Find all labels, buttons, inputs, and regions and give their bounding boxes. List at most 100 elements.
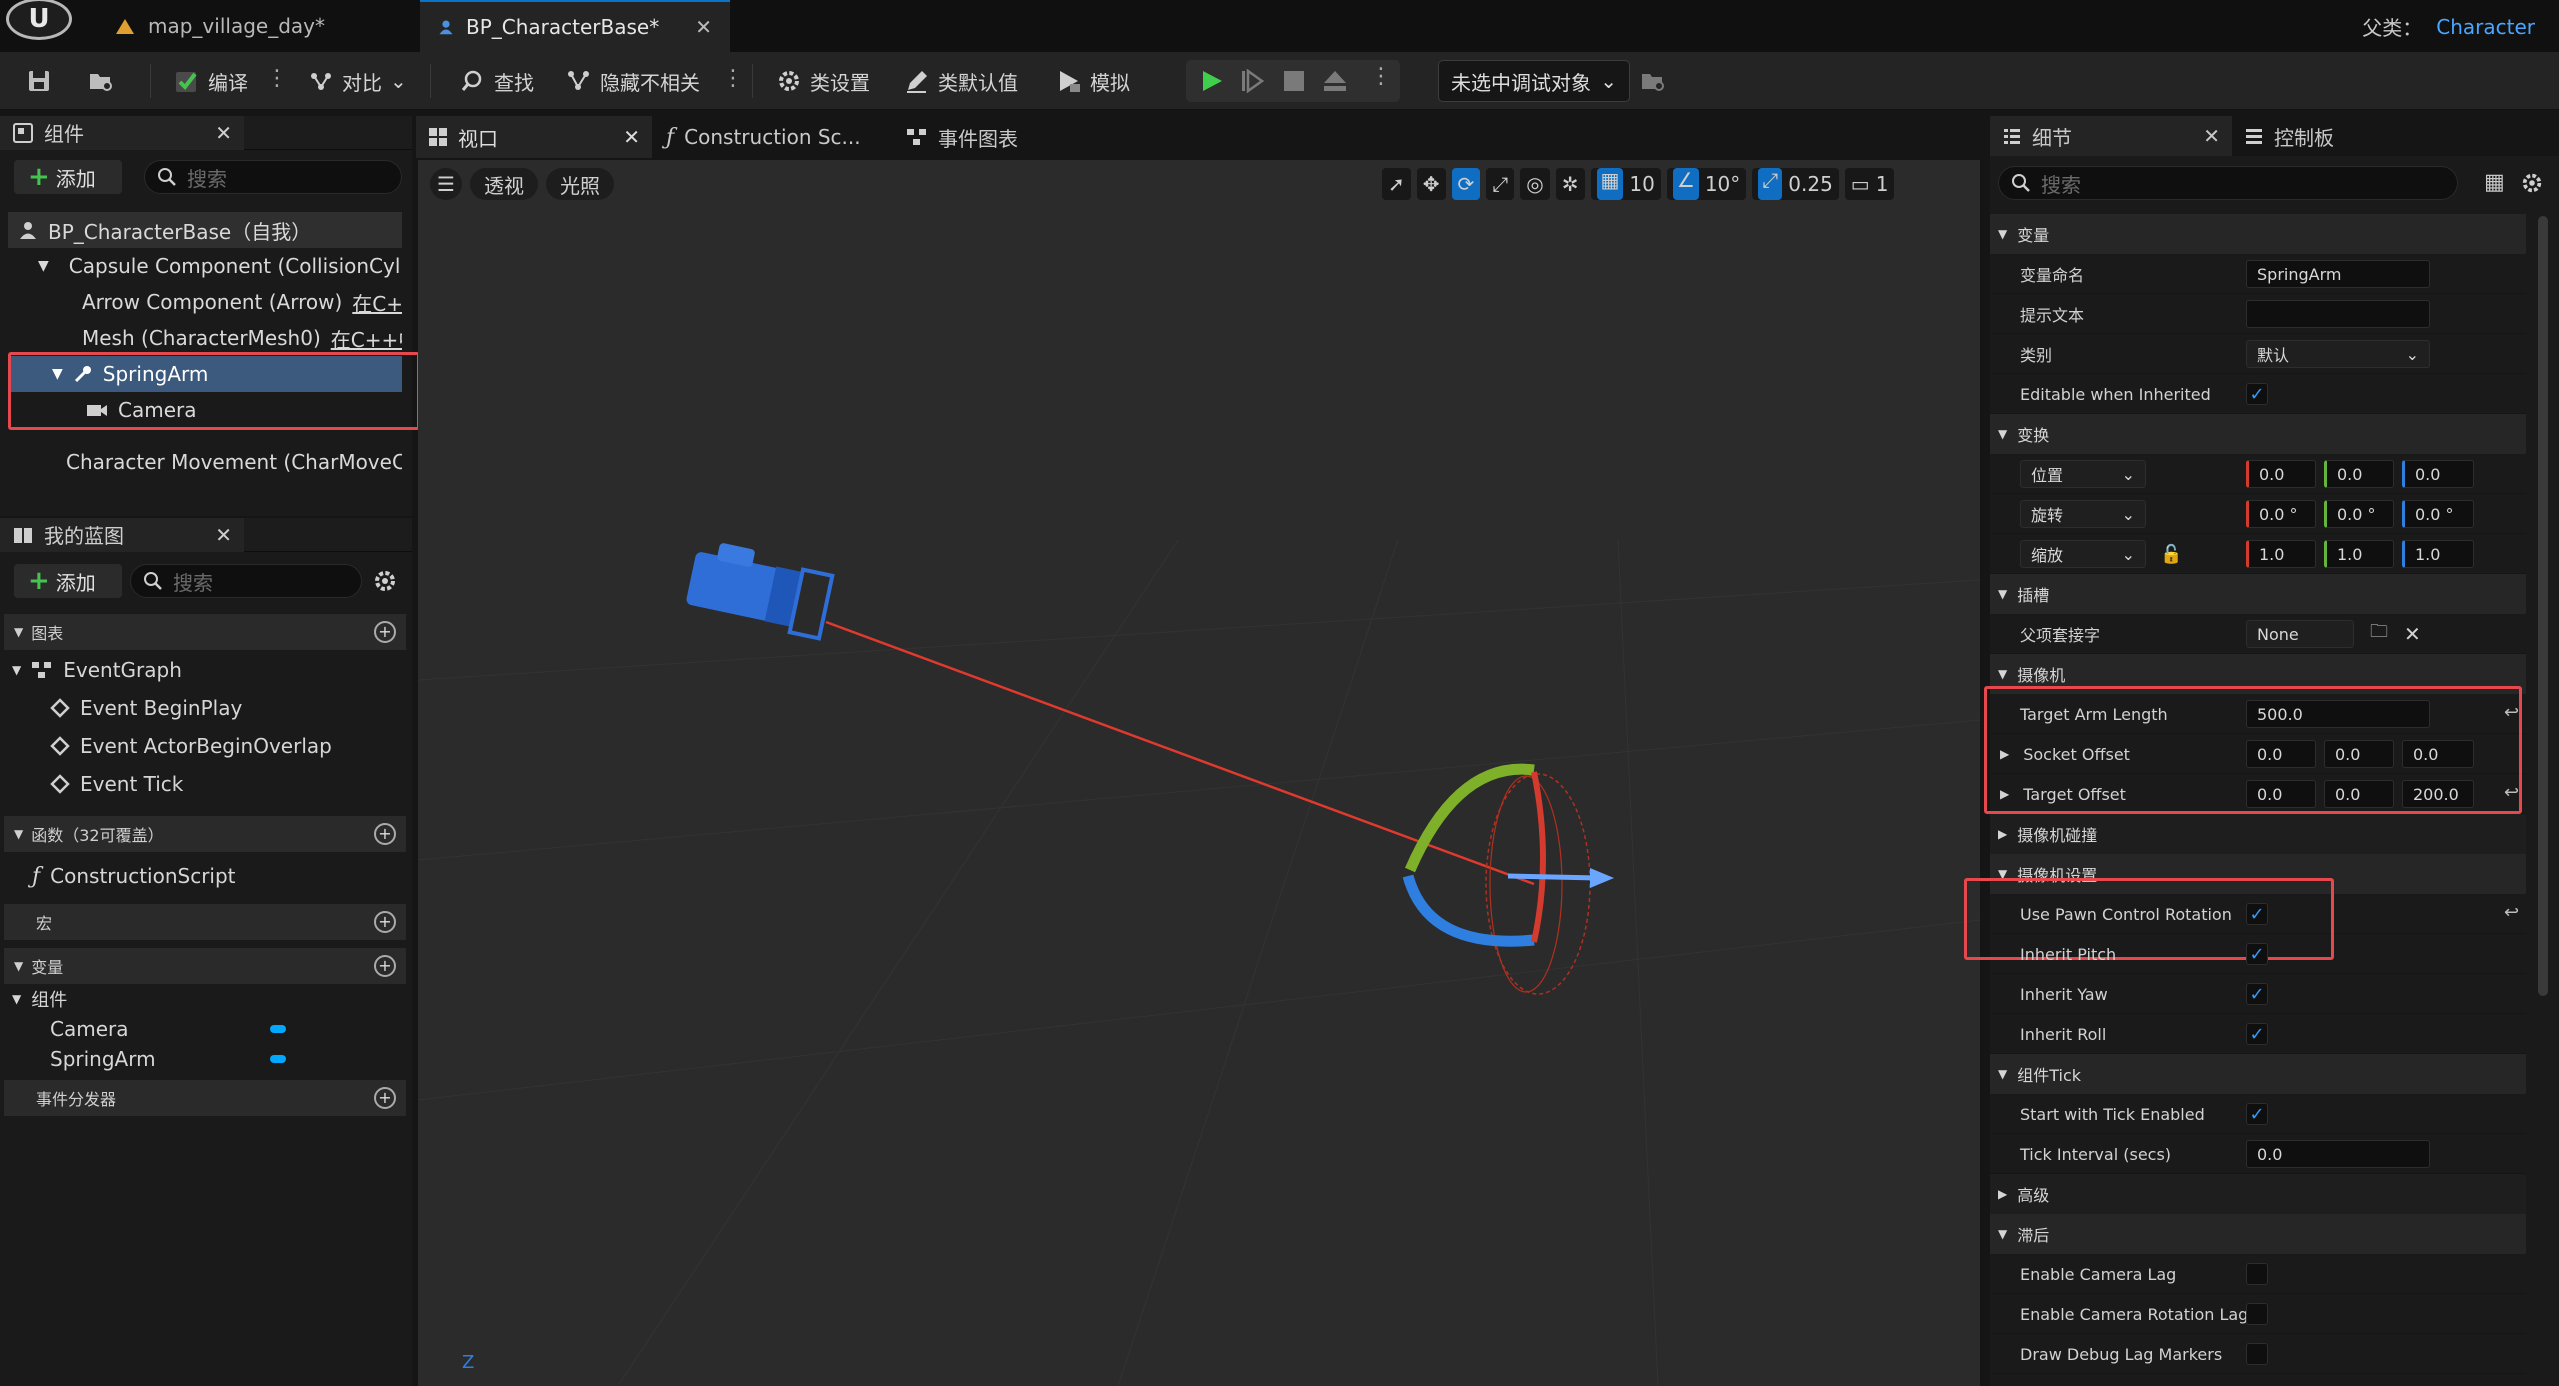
draw-debug-lag-checkbox[interactable]	[2246, 1343, 2268, 1365]
tab-event-graph[interactable]: 事件图表	[892, 116, 1032, 158]
find-button[interactable]: 查找	[450, 60, 544, 102]
tab-construction-script[interactable]: ƒ Construction Sc...	[652, 116, 892, 158]
location-mode-select[interactable]: 位置 ⌄	[2020, 460, 2146, 488]
tree-item-mesh[interactable]: Mesh (CharacterMesh0) 在C++中	[8, 320, 402, 356]
section-variable[interactable]: ▼ 变量	[1990, 214, 2526, 254]
close-icon[interactable]: ✕	[215, 121, 232, 145]
inherit-pitch-checkbox[interactable]: ✓	[2246, 943, 2268, 965]
rotation-mode-select[interactable]: 旋转 ⌄	[2020, 500, 2146, 528]
eject-icon[interactable]	[1322, 69, 1348, 93]
tick-interval-input[interactable]: 0.0	[2246, 1140, 2430, 1168]
debug-browse-button[interactable]	[1630, 60, 1676, 102]
play-icon[interactable]	[1200, 69, 1224, 93]
add-graph-icon[interactable]: +	[374, 621, 396, 643]
perspective-button[interactable]: 透视	[470, 168, 538, 200]
tab-components[interactable]: 组件 ✕	[0, 115, 244, 150]
variable-item-camera[interactable]: Camera	[50, 1014, 286, 1044]
add-variable-icon[interactable]: +	[374, 955, 396, 977]
camera-speed-button[interactable]: ▭ 1	[1844, 168, 1895, 200]
tab-bp-characterbase[interactable]: BP_CharacterBase* ✕	[420, 0, 730, 52]
rotation-z-input[interactable]: 0.0 °	[2402, 500, 2474, 528]
class-settings-button[interactable]: 类设置	[766, 60, 880, 102]
rotation-y-input[interactable]: 0.0 °	[2324, 500, 2394, 528]
inherit-roll-checkbox[interactable]: ✓	[2246, 1023, 2268, 1045]
close-icon[interactable]: ✕	[2203, 124, 2220, 148]
unreal-logo-icon[interactable]: U	[6, 0, 72, 40]
tab-map-village[interactable]: map_village_day*	[96, 0, 343, 52]
tooltip-input[interactable]	[2246, 300, 2430, 328]
section-functions[interactable]: ▼ 函数（32可覆盖） +	[4, 816, 406, 852]
close-icon[interactable]: ✕	[623, 125, 640, 149]
section-transform[interactable]: ▼ 变换	[1990, 414, 2526, 454]
diff-button[interactable]: 对比 ⌄	[298, 60, 417, 102]
tree-item-movement[interactable]: Character Movement (CharMoveComp)	[8, 444, 402, 480]
surface-snap-icon[interactable]: ✲	[1555, 168, 1585, 200]
location-z-input[interactable]: 0.0	[2402, 460, 2474, 488]
folder-search-icon[interactable]: 🗀	[2370, 619, 2388, 649]
save-button[interactable]	[16, 60, 62, 102]
variable-item-springarm[interactable]: SpringArm	[50, 1044, 286, 1074]
class-defaults-button[interactable]: 类默认值	[894, 60, 1028, 102]
section-macros[interactable]: 宏 +	[4, 904, 406, 940]
section-advanced[interactable]: ▶ 高级	[1990, 1174, 2526, 1214]
select-tool-icon[interactable]: ➚	[1382, 168, 1411, 200]
hide-unrelated-options-icon[interactable]: ⋮	[722, 64, 744, 98]
section-camera-collision[interactable]: ▶ 摄像机碰撞	[1990, 814, 2526, 854]
stop-icon[interactable]	[1282, 69, 1306, 93]
variable-name-input[interactable]: SpringArm	[2246, 260, 2430, 288]
section-sockets[interactable]: ▼ 插槽	[1990, 574, 2526, 614]
add-macro-icon[interactable]: +	[374, 911, 396, 933]
scale-y-input[interactable]: 1.0	[2324, 540, 2394, 568]
play-options-icon[interactable]: ⋮	[1370, 64, 1392, 89]
add-dispatcher-icon[interactable]: +	[374, 1087, 396, 1109]
scale-z-input[interactable]: 1.0	[2402, 540, 2474, 568]
components-search-input[interactable]: 搜索	[144, 160, 402, 194]
clear-icon[interactable]: ✕	[2404, 622, 2421, 646]
scale-snap-toggle[interactable]: ⤢ 0.25	[1752, 168, 1839, 200]
category-select[interactable]: 默认 ⌄	[2246, 340, 2430, 368]
details-search-input[interactable]: 搜索	[1998, 166, 2458, 200]
enable-camera-lag-checkbox[interactable]	[2246, 1263, 2268, 1285]
section-component-tick[interactable]: ▼ 组件Tick	[1990, 1054, 2526, 1094]
location-x-input[interactable]: 0.0	[2246, 460, 2316, 488]
scale-tool-icon[interactable]: ⤢	[1486, 168, 1515, 200]
table-view-icon[interactable]: ▦	[2484, 170, 2505, 195]
compile-options-icon[interactable]: ⋮	[266, 64, 288, 98]
editable-inherited-checkbox[interactable]: ✓	[2246, 383, 2268, 405]
tab-details[interactable]: 细节 ✕	[1990, 116, 2232, 156]
add-function-icon[interactable]: +	[374, 823, 396, 845]
grid-snap-toggle[interactable]: ▦ 10	[1590, 168, 1661, 200]
browse-button[interactable]	[78, 60, 124, 102]
close-tab-icon[interactable]: ✕	[695, 15, 712, 39]
step-icon[interactable]	[1240, 69, 1264, 93]
reset-to-default-icon[interactable]: ↩	[2504, 902, 2519, 923]
section-dispatchers[interactable]: 事件分发器 +	[4, 1080, 406, 1116]
section-graphs[interactable]: ▼ 图表 +	[4, 614, 406, 650]
rotation-snap-toggle[interactable]: ∠ 10°	[1666, 168, 1747, 200]
gear-icon[interactable]	[372, 568, 398, 594]
details-scrollbar[interactable]	[2538, 216, 2548, 996]
viewport-menu-icon[interactable]: ☰	[430, 168, 462, 200]
function-item[interactable]: ƒ ConstructionScript	[32, 858, 236, 894]
section-lag[interactable]: ▼ 滞后	[1990, 1214, 2526, 1254]
tree-item-root[interactable]: BP_CharacterBase（自我）	[8, 212, 402, 248]
lit-button[interactable]: 光照	[546, 168, 614, 200]
tree-item-eventgraph[interactable]: ▼ EventGraph	[12, 652, 182, 688]
section-variables[interactable]: ▼ 变量 +	[4, 948, 406, 984]
event-item[interactable]: Event ActorBeginOverlap	[50, 728, 332, 764]
tree-item-arrow[interactable]: Arrow Component (Arrow) 在C++	[8, 284, 402, 320]
viewport[interactable]: ☰ 透视 光照 ➚ ✥ ⟳ ⤢ ◎ ✲ ▦ 10 ∠ 10° ⤢ 0.25 ▭ 1 Z	[418, 160, 1980, 1386]
add-component-button[interactable]: + 添加	[14, 160, 122, 194]
scale-x-input[interactable]: 1.0	[2246, 540, 2316, 568]
event-item[interactable]: Event Tick	[50, 766, 183, 802]
event-item[interactable]: Event BeginPlay	[50, 690, 242, 726]
parent-socket-select[interactable]: None	[2246, 620, 2354, 648]
rotation-x-input[interactable]: 0.0 °	[2246, 500, 2316, 528]
variable-group-components[interactable]: ▼ 组件	[12, 984, 67, 1014]
world-space-icon[interactable]: ◎	[1520, 168, 1550, 200]
close-icon[interactable]: ✕	[215, 523, 232, 547]
compile-button[interactable]: 编译	[164, 60, 258, 102]
simulate-button[interactable]: 模拟	[1046, 60, 1140, 102]
debug-object-select[interactable]: 未选中调试对象 ⌄	[1438, 60, 1630, 102]
move-tool-icon[interactable]: ✥	[1416, 168, 1446, 200]
